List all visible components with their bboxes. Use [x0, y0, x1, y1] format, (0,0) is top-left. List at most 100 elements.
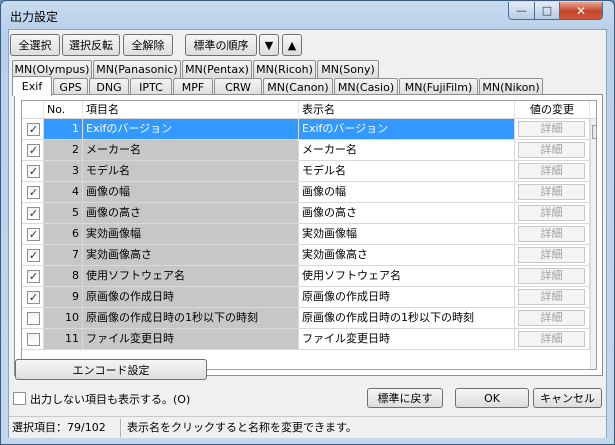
row-detail-cell: 詳細 [515, 182, 590, 203]
row-display-name[interactable]: Exifのバージョン [299, 119, 515, 140]
row-checkbox[interactable]: ✓ [27, 207, 40, 220]
row-checkbox[interactable]: ✓ [27, 123, 40, 136]
window-title: 出力設定 [10, 10, 59, 24]
table-row[interactable]: ✓ 8 使用ソフトウェア名 使用ソフトウェア名 詳細 [22, 266, 590, 287]
row-detail-cell: 詳細 [515, 329, 590, 350]
row-display-name[interactable]: メーカー名 [299, 140, 515, 161]
detail-button[interactable]: 詳細 [518, 247, 585, 263]
row-checkbox[interactable] [27, 333, 40, 346]
row-item-name: ファイル変更日時 [83, 329, 299, 350]
detail-button[interactable]: 詳細 [518, 142, 585, 158]
row-display-name[interactable]: ファイル変更日時 [299, 329, 515, 350]
clear-all-button[interactable]: 全解除 [123, 34, 173, 56]
row-checkbox[interactable]: ✓ [27, 228, 40, 241]
maximize-button[interactable]: □ [534, 2, 560, 20]
tab-mn-panasonic[interactable]: MN(Panasonic) [93, 60, 181, 78]
row-item-name: モデル名 [83, 161, 299, 182]
minimize-button[interactable]: — [508, 2, 535, 20]
row-number: 4 [44, 182, 83, 203]
detail-button[interactable]: 詳細 [518, 121, 585, 137]
tab-mn-ricoh[interactable]: MN(Ricoh) [253, 60, 316, 78]
row-detail-cell: 詳細 [515, 224, 590, 245]
row-display-name[interactable]: 画像の高さ [299, 203, 515, 224]
row-item-name: 原画像の作成日時の1秒以下の時刻 [83, 308, 299, 329]
row-checkbox[interactable]: ✓ [27, 291, 40, 304]
table-row[interactable]: ✓ 4 画像の幅 画像の幅 詳細 [22, 182, 590, 203]
tab-mn-pentax[interactable]: MN(Pentax) [182, 60, 252, 78]
table-row[interactable]: ✓ 2 メーカー名 メーカー名 詳細 [22, 140, 590, 161]
row-detail-cell: 詳細 [515, 245, 590, 266]
show-hidden-label: 出力しない項目も表示する。(O) [30, 393, 191, 406]
row-detail-cell: 詳細 [515, 119, 590, 140]
row-checkbox[interactable] [27, 312, 40, 325]
header-item-name[interactable]: 項目名 [83, 101, 299, 119]
row-display-name[interactable]: 使用ソフトウェア名 [299, 266, 515, 287]
table-row[interactable]: ✓ 3 モデル名 モデル名 詳細 [22, 161, 590, 182]
row-detail-cell: 詳細 [515, 140, 590, 161]
detail-button[interactable]: 詳細 [518, 331, 585, 347]
row-display-name[interactable]: モデル名 [299, 161, 515, 182]
cancel-button[interactable]: キャンセル [533, 388, 602, 408]
row-checkbox[interactable]: ✓ [27, 249, 40, 262]
header-check [22, 101, 44, 119]
row-number: 8 [44, 266, 83, 287]
table-row[interactable]: ✓ 6 実効画像幅 実効画像幅 詳細 [22, 224, 590, 245]
row-display-name[interactable]: 原画像の作成日時の1秒以下の時刻 [299, 308, 515, 329]
close-button[interactable]: ✕ [559, 2, 603, 20]
tab-mn-sony[interactable]: MN(Sony) [317, 60, 379, 78]
move-up-button[interactable]: ▲ [282, 34, 302, 56]
row-number: 1 [44, 119, 83, 140]
vertical-scrollbar[interactable] [590, 119, 596, 369]
detail-button[interactable]: 詳細 [518, 289, 585, 305]
move-down-button[interactable]: ▼ [259, 34, 279, 56]
header-value-change[interactable]: 値の変更 [515, 101, 590, 119]
close-icon: ✕ [575, 3, 587, 18]
default-order-button[interactable]: 標準の順序 [185, 34, 257, 56]
header-display-name[interactable]: 表示名 [299, 101, 515, 119]
row-checkbox[interactable]: ✓ [27, 165, 40, 178]
title-bar[interactable]: 出力設定 — □ ✕ [1, 1, 614, 29]
row-check-cell: ✓ [22, 224, 44, 245]
detail-button[interactable]: 詳細 [518, 310, 585, 326]
row-item-name: 原画像の作成日時 [83, 287, 299, 308]
row-display-name[interactable]: 実効画像幅 [299, 224, 515, 245]
detail-button[interactable]: 詳細 [518, 163, 585, 179]
row-number: 2 [44, 140, 83, 161]
tab-exif[interactable]: Exif [12, 76, 52, 96]
table-row[interactable]: 11 ファイル変更日時 ファイル変更日時 詳細 [22, 329, 590, 350]
arrow-up-icon: ▲ [287, 38, 297, 52]
ok-button[interactable]: OK [455, 388, 529, 408]
encode-settings-button[interactable]: エンコード設定 [15, 359, 207, 380]
row-check-cell [22, 308, 44, 329]
maximize-icon: □ [541, 4, 553, 17]
row-detail-cell: 詳細 [515, 203, 590, 224]
row-display-name[interactable]: 原画像の作成日時 [299, 287, 515, 308]
row-number: 10 [44, 308, 83, 329]
row-checkbox[interactable]: ✓ [27, 186, 40, 199]
row-display-name[interactable]: 実効画像高さ [299, 245, 515, 266]
detail-button[interactable]: 詳細 [518, 205, 585, 221]
table-row[interactable]: ✓ 7 実効画像高さ 実効画像高さ 詳細 [22, 245, 590, 266]
row-check-cell: ✓ [22, 203, 44, 224]
detail-button[interactable]: 詳細 [518, 184, 585, 200]
row-number: 6 [44, 224, 83, 245]
row-check-cell: ✓ [22, 119, 44, 140]
table-row[interactable]: 10 原画像の作成日時の1秒以下の時刻 原画像の作成日時の1秒以下の時刻 詳細 [22, 308, 590, 329]
detail-button[interactable]: 詳細 [518, 226, 585, 242]
table-row[interactable]: ✓ 5 画像の高さ 画像の高さ 詳細 [22, 203, 590, 224]
table-row[interactable]: ✓ 9 原画像の作成日時 原画像の作成日時 詳細 [22, 287, 590, 308]
scrollbar-thumb[interactable] [592, 125, 596, 139]
output-settings-window: 出力設定 — □ ✕ 全選択 選択反転 全解除 標準の順序 ▼ ▲ MN(Oly… [0, 0, 615, 445]
invert-selection-button[interactable]: 選択反転 [62, 34, 120, 56]
detail-button[interactable]: 詳細 [518, 268, 585, 284]
row-item-name: 画像の幅 [83, 182, 299, 203]
row-number: 7 [44, 245, 83, 266]
row-checkbox[interactable]: ✓ [27, 270, 40, 283]
show-hidden-checkbox[interactable] [13, 392, 26, 405]
row-checkbox[interactable]: ✓ [27, 144, 40, 157]
select-all-button[interactable]: 全選択 [10, 34, 60, 56]
header-no[interactable]: No. [44, 101, 83, 119]
table-row[interactable]: ✓ 1 Exifのバージョン Exifのバージョン 詳細 [22, 119, 590, 140]
reset-default-button[interactable]: 標準に戻す [367, 388, 443, 408]
row-display-name[interactable]: 画像の幅 [299, 182, 515, 203]
